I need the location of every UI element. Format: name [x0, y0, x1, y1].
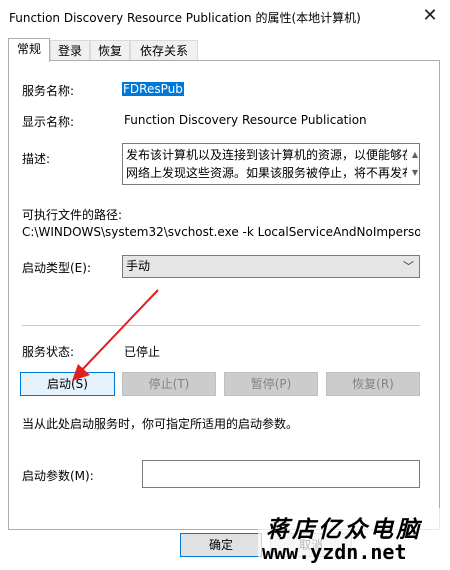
- display-name-value[interactable]: Function Discovery Resource Publication: [124, 113, 367, 127]
- window-title: Function Discovery Resource Publication …: [9, 11, 361, 25]
- watermark: 蒋店亿众电脑 www.yzdn.net: [258, 508, 444, 566]
- startup-type-select[interactable]: 手动 ﹀: [122, 255, 420, 278]
- close-button[interactable]: ✕: [410, 0, 450, 30]
- section-divider: [22, 325, 420, 326]
- startup-type-value: 手动: [126, 259, 151, 273]
- service-status-value: 已停止: [124, 345, 161, 359]
- service-name-value[interactable]: FDResPub: [122, 82, 184, 96]
- ok-button[interactable]: 确定: [180, 533, 262, 557]
- scroll-up-icon[interactable]: ▲: [412, 146, 418, 164]
- stop-button[interactable]: 停止(T): [122, 372, 216, 396]
- description-line-1: 发布该计算机以及连接到该计算机的资源，以便能够在: [126, 148, 415, 162]
- chevron-down-icon: ﹀: [403, 260, 414, 273]
- service-name-label: 服务名称:: [22, 84, 75, 98]
- description-line-2: 网络上发现这些资源。如果该服务被停止，将不再发布: [126, 166, 415, 180]
- start-params-label: 启动参数(M):: [22, 469, 94, 483]
- tab-general[interactable]: 常规: [8, 38, 50, 62]
- scroll-down-icon[interactable]: ▼: [412, 164, 418, 182]
- title-bar: Function Discovery Resource Publication …: [0, 0, 450, 33]
- close-icon: ✕: [422, 4, 438, 26]
- description-label: 描述:: [22, 152, 51, 166]
- pause-button[interactable]: 暂停(P): [224, 372, 318, 396]
- tab-recovery[interactable]: 恢复: [90, 40, 130, 61]
- startup-type-label: 启动类型(E):: [22, 261, 91, 275]
- start-params-hint: 当从此处启动服务时，你可指定所适用的启动参数。: [22, 417, 299, 431]
- tab-dependencies[interactable]: 依存关系: [130, 40, 198, 61]
- description-scrollbar[interactable]: ▲ ▼: [407, 144, 419, 184]
- path-label: 可执行文件的路径:: [22, 208, 123, 222]
- start-button[interactable]: 启动(S): [20, 372, 115, 396]
- watermark-url: www.yzdn.net: [262, 540, 407, 564]
- description-textbox[interactable]: 发布该计算机以及连接到该计算机的资源，以便能够在 网络上发现这些资源。如果该服务…: [122, 143, 420, 185]
- path-value[interactable]: C:\WINDOWS\system32\svchost.exe -k Local…: [22, 225, 420, 239]
- watermark-brand: 蒋店亿众电脑: [266, 516, 422, 543]
- service-status-label: 服务状态:: [22, 345, 75, 359]
- resume-button[interactable]: 恢复(R): [326, 372, 420, 396]
- tab-logon[interactable]: 登录: [50, 40, 90, 61]
- display-name-label: 显示名称:: [22, 115, 75, 129]
- start-params-input[interactable]: [142, 460, 420, 488]
